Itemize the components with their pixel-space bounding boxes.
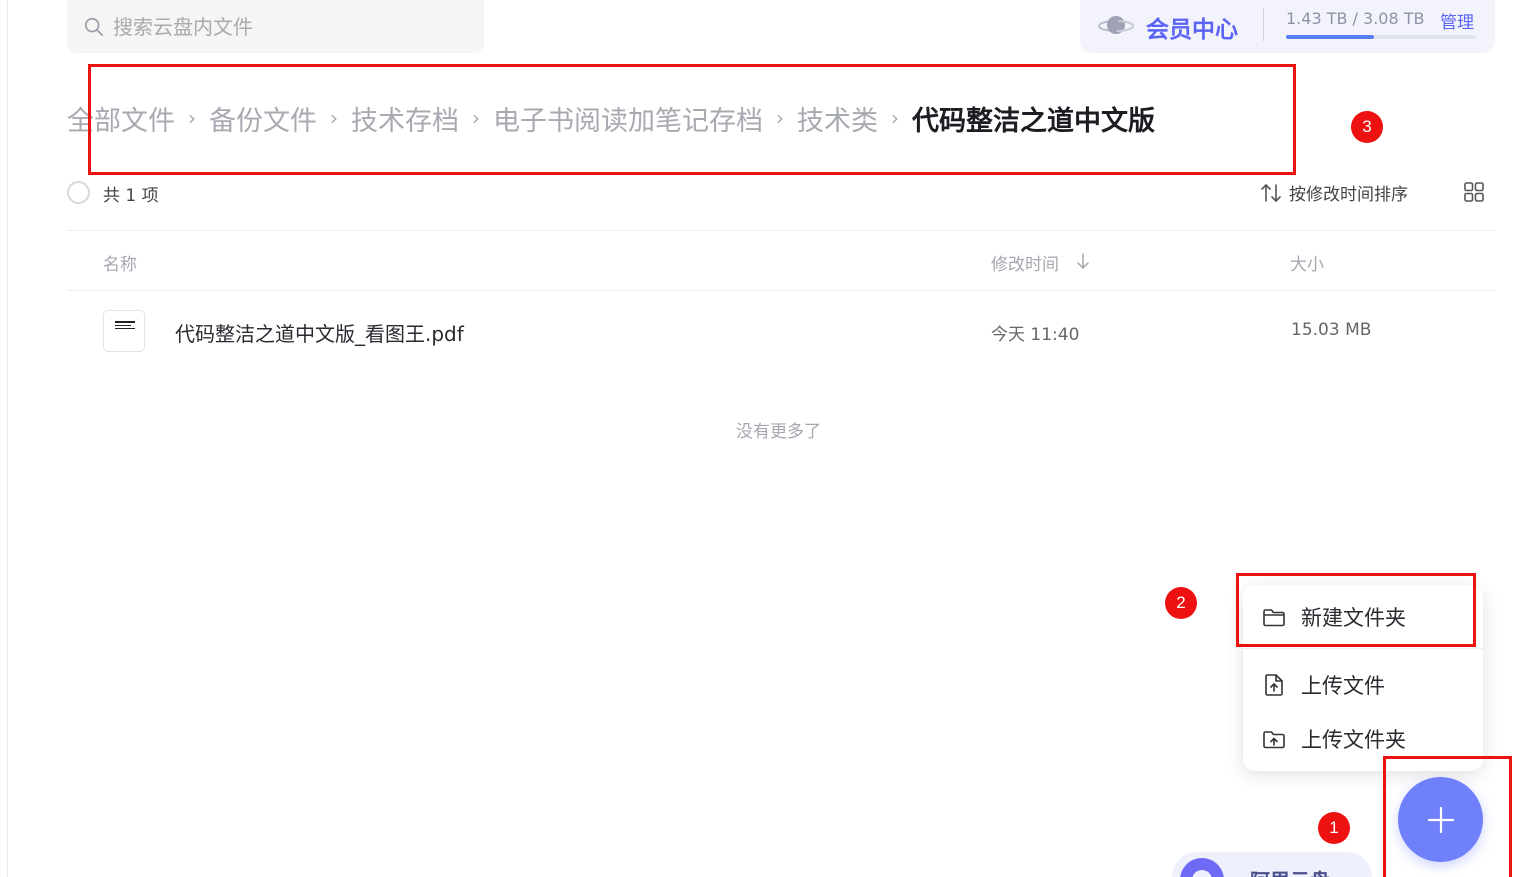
arrow-down-icon [1077, 253, 1089, 269]
left-edge-rule [7, 0, 8, 877]
upload-folder-icon [1263, 731, 1285, 749]
storage-quota-bar [1286, 35, 1476, 39]
member-divider [1263, 8, 1264, 41]
thumb-line [115, 321, 135, 323]
app-brand-label: 阿里云盘 [1250, 865, 1330, 877]
app-brand-pill[interactable]: 阿里云盘 [1172, 852, 1372, 877]
divider [67, 230, 1495, 231]
select-all-checkbox[interactable] [67, 181, 90, 204]
item-count: 共 1 项 [103, 186, 159, 206]
grid-view-icon[interactable] [1462, 180, 1486, 204]
table-row[interactable]: 代码整洁之道中文版_看图王.pdf 今天 11:40 15.03 MB [67, 300, 1495, 360]
pdf-thumbnail-icon [103, 310, 145, 352]
sort-label: 按修改时间排序 [1289, 185, 1408, 205]
manage-storage-link[interactable]: 管理 [1440, 8, 1474, 33]
file-size: 15.03 MB [1291, 320, 1372, 340]
search-box[interactable] [67, 0, 484, 53]
column-header-name[interactable]: 名称 [103, 250, 137, 275]
annotation-box-add-button [1383, 756, 1512, 877]
menu-divider [1243, 648, 1483, 649]
planet-icon [1098, 16, 1134, 34]
column-header-size[interactable]: 大小 [1290, 250, 1324, 275]
upload-file-icon [1265, 674, 1283, 696]
annotation-number-3: 3 [1351, 111, 1383, 143]
search-icon [84, 17, 104, 36]
thumb-line [115, 328, 135, 329]
file-name[interactable]: 代码整洁之道中文版_看图王.pdf [175, 318, 464, 347]
thumb-line [115, 325, 131, 326]
menu-label: 上传文件夹 [1301, 728, 1406, 752]
annotation-box-new-folder [1236, 573, 1476, 647]
menu-label: 上传文件 [1301, 674, 1385, 698]
sort-button[interactable]: 按修改时间排序 [1259, 180, 1408, 205]
column-header-modified[interactable]: 修改时间 [991, 250, 1059, 275]
member-panel: 会员中心 1.43 TB / 3.08 TB 管理 [1080, 0, 1495, 53]
storage-quota-text: 1.43 TB / 3.08 TB [1286, 9, 1425, 28]
storage-quota-fill [1286, 35, 1375, 39]
annotation-number-1: 1 [1318, 812, 1350, 844]
annotation-box-breadcrumb [88, 64, 1296, 175]
search-input[interactable] [113, 14, 453, 39]
annotation-number-2: 2 [1165, 587, 1197, 619]
list-end-text: 没有更多了 [736, 422, 821, 442]
member-center-link[interactable]: 会员中心 [1146, 10, 1238, 44]
app-logo-icon [1180, 858, 1224, 877]
file-modified: 今天 11:40 [991, 325, 1080, 345]
menu-item-upload-file[interactable]: 上传文件 [1243, 663, 1483, 707]
sort-icon [1261, 183, 1281, 202]
divider [67, 290, 1495, 291]
menu-item-upload-folder[interactable]: 上传文件夹 [1243, 717, 1483, 761]
